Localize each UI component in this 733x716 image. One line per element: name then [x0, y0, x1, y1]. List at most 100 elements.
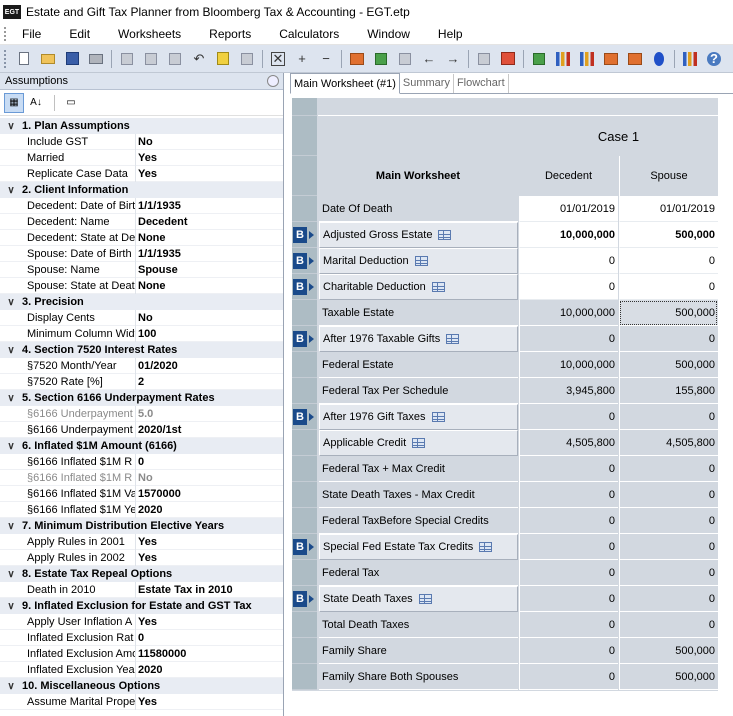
- menu-file[interactable]: File: [8, 27, 55, 41]
- property-value[interactable]: None: [136, 280, 166, 292]
- cell-spouse[interactable]: 0: [619, 326, 718, 352]
- row-label-button[interactable]: Special Fed Estate Tax Credits: [319, 534, 518, 560]
- property-value[interactable]: 1/1/1935: [136, 248, 181, 260]
- property-row[interactable]: Apply User Inflation A Yes: [0, 613, 283, 630]
- categorized-view-icon[interactable]: ▦: [4, 92, 24, 113]
- property-row[interactable]: Decedent: State at De None: [0, 229, 283, 246]
- forward-button[interactable]: →: [444, 50, 462, 68]
- property-value[interactable]: 11580000: [136, 648, 186, 660]
- property-value[interactable]: 0: [136, 456, 144, 468]
- chevron-down-icon[interactable]: ∨: [0, 521, 22, 532]
- cell-spouse[interactable]: 155,800: [619, 378, 718, 404]
- cell-spouse[interactable]: 500,000: [619, 664, 718, 690]
- cell-decedent[interactable]: 0: [519, 560, 618, 586]
- options-button[interactable]: [475, 50, 493, 68]
- cell-decedent[interactable]: 0: [519, 456, 618, 482]
- property-value[interactable]: Yes: [136, 152, 157, 164]
- property-value[interactable]: No: [136, 136, 153, 148]
- cell-spouse[interactable]: 500,000: [619, 638, 718, 664]
- category-header[interactable]: ∨ 9. Inflated Exclusion for Estate and GS…: [0, 598, 283, 614]
- cell-decedent[interactable]: 0: [519, 612, 618, 638]
- category-header[interactable]: ∨ 7. Minimum Distribution Elective Years: [0, 518, 283, 534]
- property-value[interactable]: Yes: [136, 536, 157, 548]
- pin-icon[interactable]: [267, 75, 279, 87]
- undo-button[interactable]: ↶: [190, 50, 208, 68]
- chevron-down-icon[interactable]: ∨: [0, 185, 22, 196]
- category-header[interactable]: ∨ 3. Precision: [0, 294, 283, 310]
- property-row[interactable]: Spouse: Name Spouse: [0, 261, 283, 278]
- cell-decedent[interactable]: 0: [519, 248, 618, 274]
- category-header[interactable]: ∨ 1. Plan Assumptions: [0, 118, 283, 134]
- cell-spouse[interactable]: 0: [619, 508, 718, 534]
- cell-decedent[interactable]: 0: [519, 664, 618, 690]
- cell-decedent[interactable]: 10,000,000: [519, 300, 618, 326]
- cell-spouse[interactable]: 01/01/2019: [619, 196, 718, 222]
- cell-decedent[interactable]: 3,945,800: [519, 378, 618, 404]
- cell-decedent[interactable]: 0: [519, 404, 618, 430]
- b-button[interactable]: B: [292, 222, 317, 248]
- cell-decedent[interactable]: 0: [519, 534, 618, 560]
- cell-spouse[interactable]: 0: [619, 612, 718, 638]
- property-row[interactable]: §7520 Month/Year 01/2020: [0, 357, 283, 374]
- help-button[interactable]: ?: [705, 50, 723, 68]
- row-label-button[interactable]: Charitable Deduction: [319, 274, 518, 300]
- add-button[interactable]: +: [293, 50, 311, 68]
- cell-decedent[interactable]: 0: [519, 638, 618, 664]
- cell-spouse[interactable]: 0: [619, 482, 718, 508]
- property-row[interactable]: §6166 Underpayment 2020/1st: [0, 421, 283, 438]
- property-row[interactable]: §6166 Underpayment 5.0: [0, 405, 283, 422]
- chevron-down-icon[interactable]: ∨: [0, 345, 22, 356]
- property-value[interactable]: Yes: [136, 616, 157, 628]
- cell-decedent[interactable]: 01/01/2019: [519, 196, 618, 222]
- back-button[interactable]: ←: [420, 50, 438, 68]
- property-value[interactable]: Decedent: [136, 216, 188, 228]
- menu-window[interactable]: Window: [353, 27, 424, 41]
- export-button[interactable]: [530, 50, 548, 68]
- property-value[interactable]: 2020: [136, 664, 162, 676]
- remove-button[interactable]: −: [317, 50, 335, 68]
- open-button[interactable]: [39, 50, 57, 68]
- pdf-button[interactable]: [499, 50, 517, 68]
- cell-spouse[interactable]: 0: [619, 456, 718, 482]
- property-row[interactable]: Decedent: Date of Birt 1/1/1935: [0, 197, 283, 214]
- property-row[interactable]: Death in 2010 Estate Tax in 2010: [0, 581, 283, 598]
- menu-edit[interactable]: Edit: [55, 27, 104, 41]
- property-row[interactable]: Include GST No: [0, 133, 283, 150]
- row-label-button[interactable]: State Death Taxes: [319, 586, 518, 612]
- property-row[interactable]: Display Cents No: [0, 309, 283, 326]
- property-row[interactable]: §7520 Rate [%] 2: [0, 373, 283, 390]
- property-value[interactable]: 2020: [136, 504, 162, 516]
- property-row[interactable]: Assume Marital Proper Yes: [0, 693, 283, 710]
- delete-button[interactable]: ✕: [269, 50, 287, 68]
- property-value[interactable]: 1/1/1935: [136, 200, 181, 212]
- category-header[interactable]: ∨ 2. Client Information: [0, 182, 283, 198]
- chevron-down-icon[interactable]: ∨: [0, 681, 22, 692]
- b-button[interactable]: B: [292, 404, 317, 430]
- house-button[interactable]: [626, 50, 644, 68]
- menu-worksheets[interactable]: Worksheets: [104, 27, 195, 41]
- menu-calculators[interactable]: Calculators: [265, 27, 353, 41]
- b-button[interactable]: B: [292, 586, 317, 612]
- chevron-down-icon[interactable]: ∨: [0, 569, 22, 580]
- property-value[interactable]: No: [136, 312, 153, 324]
- property-row[interactable]: Minimum Column Widtl 100: [0, 325, 283, 342]
- property-value[interactable]: No: [136, 472, 153, 484]
- category-header[interactable]: ∨ 5. Section 6166 Underpayment Rates: [0, 390, 283, 406]
- print-preview-button[interactable]: [118, 50, 136, 68]
- save-button[interactable]: [63, 50, 81, 68]
- chevron-down-icon[interactable]: ∨: [0, 121, 22, 132]
- property-row[interactable]: §6166 Inflated $1M R No: [0, 469, 283, 486]
- paste-button[interactable]: [166, 50, 184, 68]
- property-value[interactable]: None: [136, 232, 166, 244]
- menu-help[interactable]: Help: [424, 27, 477, 41]
- b-button[interactable]: B: [292, 248, 317, 274]
- property-pages-icon[interactable]: ▭: [61, 93, 81, 113]
- property-value[interactable]: 100: [136, 328, 156, 340]
- property-value[interactable]: 1570000: [136, 488, 181, 500]
- cell-decedent[interactable]: 0: [519, 326, 618, 352]
- b-button[interactable]: B: [292, 274, 317, 300]
- category-header[interactable]: ∨ 6. Inflated $1M Amount (6166): [0, 438, 283, 454]
- property-row[interactable]: Spouse: State at Deat None: [0, 277, 283, 294]
- cell-decedent[interactable]: 4,505,800: [519, 430, 618, 456]
- cell-spouse[interactable]: 0: [619, 560, 718, 586]
